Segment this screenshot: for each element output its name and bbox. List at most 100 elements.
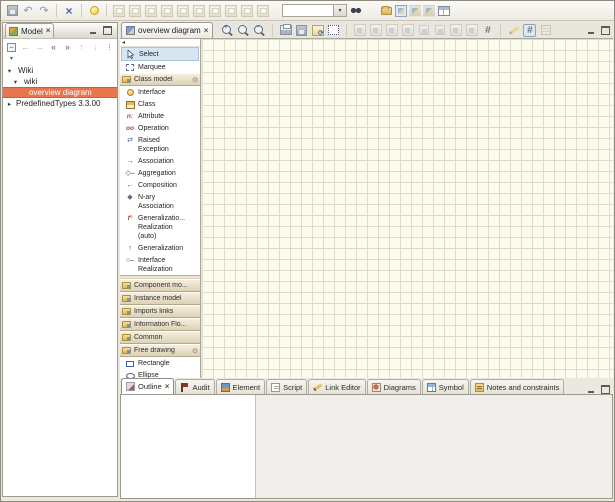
tree-item-wiki-package[interactable]: ▾ wiki [3, 76, 117, 87]
open-perspective-button[interactable] [379, 4, 393, 18]
palette-item-generalization[interactable]: ↑ Generalization [120, 242, 200, 254]
move-down-button[interactable]: ↓ [90, 41, 101, 53]
palette-item-attribute[interactable]: n: Attribute [120, 110, 200, 122]
model-tool-button-5[interactable] [176, 4, 190, 18]
maximize-button[interactable] [102, 26, 112, 35]
minimize-button[interactable] [586, 385, 596, 394]
palette-tool-marquee[interactable]: Marquee [120, 61, 200, 73]
tab-script[interactable]: Script [266, 379, 307, 394]
tree-item-predefined-types[interactable]: ▸ PredefinedTypes 3.3.00 [3, 98, 117, 109]
pin-icon[interactable]: ⊙ [192, 76, 198, 84]
palette-item-interface-realization[interactable]: ○– Interface Realization [120, 254, 200, 275]
model-tool-button-10[interactable] [256, 4, 270, 18]
palette-collapse-button[interactable]: ◂ [122, 39, 125, 46]
palette-item-composition[interactable]: ← Composition [120, 179, 200, 191]
pin-icon[interactable]: ⊙ [192, 347, 198, 355]
perspective-button-2[interactable] [409, 5, 421, 17]
maximize-button[interactable] [600, 26, 610, 35]
tab-element[interactable]: Element [216, 379, 266, 394]
combo-dropdown-button[interactable]: ▾ [334, 4, 347, 17]
minimize-button[interactable] [586, 26, 596, 35]
collapse-arrow-icon[interactable]: ▸ [5, 100, 14, 108]
tab-diagrams[interactable]: Diagrams [367, 379, 421, 394]
configure-tools-button[interactable]: × [62, 4, 76, 18]
page-layout-button[interactable] [539, 24, 552, 37]
next-selection-button[interactable]: » [62, 41, 73, 53]
palette-item-association[interactable]: → Association [120, 155, 200, 167]
redo-button[interactable]: ↷ [37, 4, 51, 18]
align-left-button[interactable] [353, 24, 366, 37]
navigate-forward-button[interactable]: → [34, 41, 45, 53]
clipped-toolbar-icon[interactable]: ⁞ [104, 41, 115, 53]
collapse-all-button[interactable]: − [6, 41, 17, 53]
move-up-button[interactable]: ↑ [76, 41, 87, 53]
model-tool-button-9[interactable] [240, 4, 254, 18]
view-menu-button[interactable]: ▾ [10, 55, 13, 62]
palette-item-nary-association[interactable]: ◆ N-ary Association [120, 191, 200, 212]
perspective-button-3[interactable] [423, 5, 435, 17]
align-bottom-button[interactable] [401, 24, 414, 37]
zoom-reset-button[interactable] [237, 24, 250, 37]
model-tool-button-7[interactable] [208, 4, 222, 18]
grid-button[interactable]: # [481, 24, 494, 37]
tab-audit[interactable]: Audit [175, 379, 214, 394]
tip-button[interactable] [87, 4, 101, 18]
undo-button[interactable]: ↶ [21, 4, 35, 18]
model-tool-button-4[interactable] [160, 4, 174, 18]
model-tool-button-6[interactable] [192, 4, 206, 18]
maximize-button[interactable] [600, 385, 610, 394]
search-input[interactable] [282, 4, 334, 17]
distribute-horizontal-button[interactable] [449, 24, 462, 37]
palette-item-rectangle[interactable]: Rectangle [120, 357, 200, 369]
palette-drawer-common[interactable]: Common [120, 331, 200, 344]
export-image-button[interactable] [311, 24, 324, 37]
palette-item-interface[interactable]: Interface [120, 86, 200, 98]
snap-to-grid-toggle[interactable]: # [523, 24, 536, 37]
expand-arrow-icon[interactable]: ▾ [11, 78, 20, 86]
palette-item-operation[interactable]: oo Operation [120, 122, 200, 134]
palette-item-aggregation[interactable]: ◇– Aggregation [120, 167, 200, 179]
palette-drawer-information-flow[interactable]: Information Flo... [120, 318, 200, 331]
save-diagram-button[interactable] [295, 24, 308, 37]
tab-link-editor[interactable]: Link Editor [308, 379, 365, 394]
close-icon[interactable]: × [165, 383, 170, 391]
palette-drawer-instance-model[interactable]: Instance model [120, 292, 200, 305]
fit-selection-button[interactable] [327, 24, 340, 37]
distribute-vertical-button[interactable] [465, 24, 478, 37]
same-width-button[interactable] [417, 24, 430, 37]
close-icon[interactable]: × [46, 27, 51, 35]
align-right-button[interactable] [369, 24, 382, 37]
palette-drawer-free-drawing[interactable]: Free drawing ⊙ [120, 344, 200, 357]
previous-selection-button[interactable]: « [48, 41, 59, 53]
palette-drawer-component-model[interactable]: Component mo... [120, 279, 200, 292]
save-button[interactable] [5, 4, 19, 18]
tree-item-wiki-project[interactable]: ▾ Wiki [3, 65, 117, 76]
palette-drawer-imports-links[interactable]: Imports links [120, 305, 200, 318]
diagram-canvas[interactable] [202, 39, 613, 378]
palette-item-ellipse[interactable]: Ellipse [120, 369, 200, 378]
outline-preview-area[interactable] [121, 395, 256, 498]
close-icon[interactable]: × [204, 27, 209, 35]
model-tool-button-1[interactable] [112, 4, 126, 18]
model-tool-button-8[interactable] [224, 4, 238, 18]
search-button[interactable] [349, 4, 363, 18]
palette-item-class[interactable]: Class [120, 98, 200, 110]
expand-arrow-icon[interactable]: ▾ [5, 67, 14, 75]
same-height-button[interactable] [433, 24, 446, 37]
style-pencil-button[interactable] [507, 24, 520, 37]
print-button[interactable] [279, 24, 292, 37]
palette-tool-select[interactable]: Select [121, 47, 199, 61]
palette-item-generalization-realization-auto[interactable]: f° Generalizatio... Realization (auto) [120, 212, 200, 242]
model-tool-button-3[interactable] [144, 4, 158, 18]
model-view-tab[interactable]: Model × [5, 23, 54, 38]
perspective-modeling-button[interactable] [395, 5, 407, 17]
palette-item-raised-exception[interactable]: ⇄ Raised Exception [120, 134, 200, 155]
navigate-back-button[interactable]: ← [20, 41, 31, 53]
align-top-button[interactable] [385, 24, 398, 37]
zoom-out-button[interactable]: − [253, 24, 266, 37]
palette-drawer-class-model[interactable]: Class model ⊙ [120, 73, 200, 86]
tab-outline[interactable]: Outline × [121, 378, 174, 394]
minimize-button[interactable] [88, 26, 98, 35]
tab-symbol[interactable]: Symbol [422, 379, 469, 394]
zoom-in-button[interactable]: + [221, 24, 234, 37]
